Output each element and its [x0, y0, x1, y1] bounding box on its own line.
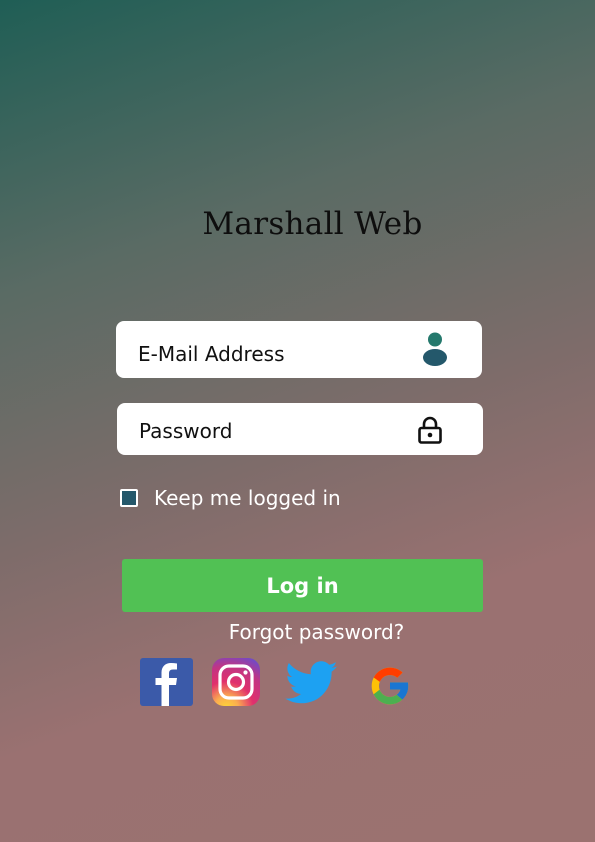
- forgot-password-link[interactable]: Forgot password?: [0, 620, 595, 644]
- facebook-icon[interactable]: [140, 658, 193, 706]
- instagram-icon[interactable]: [212, 658, 260, 706]
- password-input[interactable]: [139, 405, 399, 457]
- password-field-container: [117, 403, 483, 457]
- user-icon: [423, 332, 447, 366]
- remember-me-label: Keep me logged in: [154, 486, 341, 510]
- google-icon[interactable]: [368, 664, 412, 708]
- remember-me-toggle[interactable]: Keep me logged in: [120, 484, 341, 512]
- lock-icon: [418, 416, 442, 444]
- remember-me-checkbox[interactable]: [120, 489, 138, 507]
- brand-title: Marshall Web: [202, 206, 423, 242]
- twitter-icon[interactable]: [285, 661, 339, 705]
- email-input[interactable]: [138, 325, 398, 382]
- email-field-container: [116, 321, 482, 382]
- login-button[interactable]: Log in: [122, 559, 483, 612]
